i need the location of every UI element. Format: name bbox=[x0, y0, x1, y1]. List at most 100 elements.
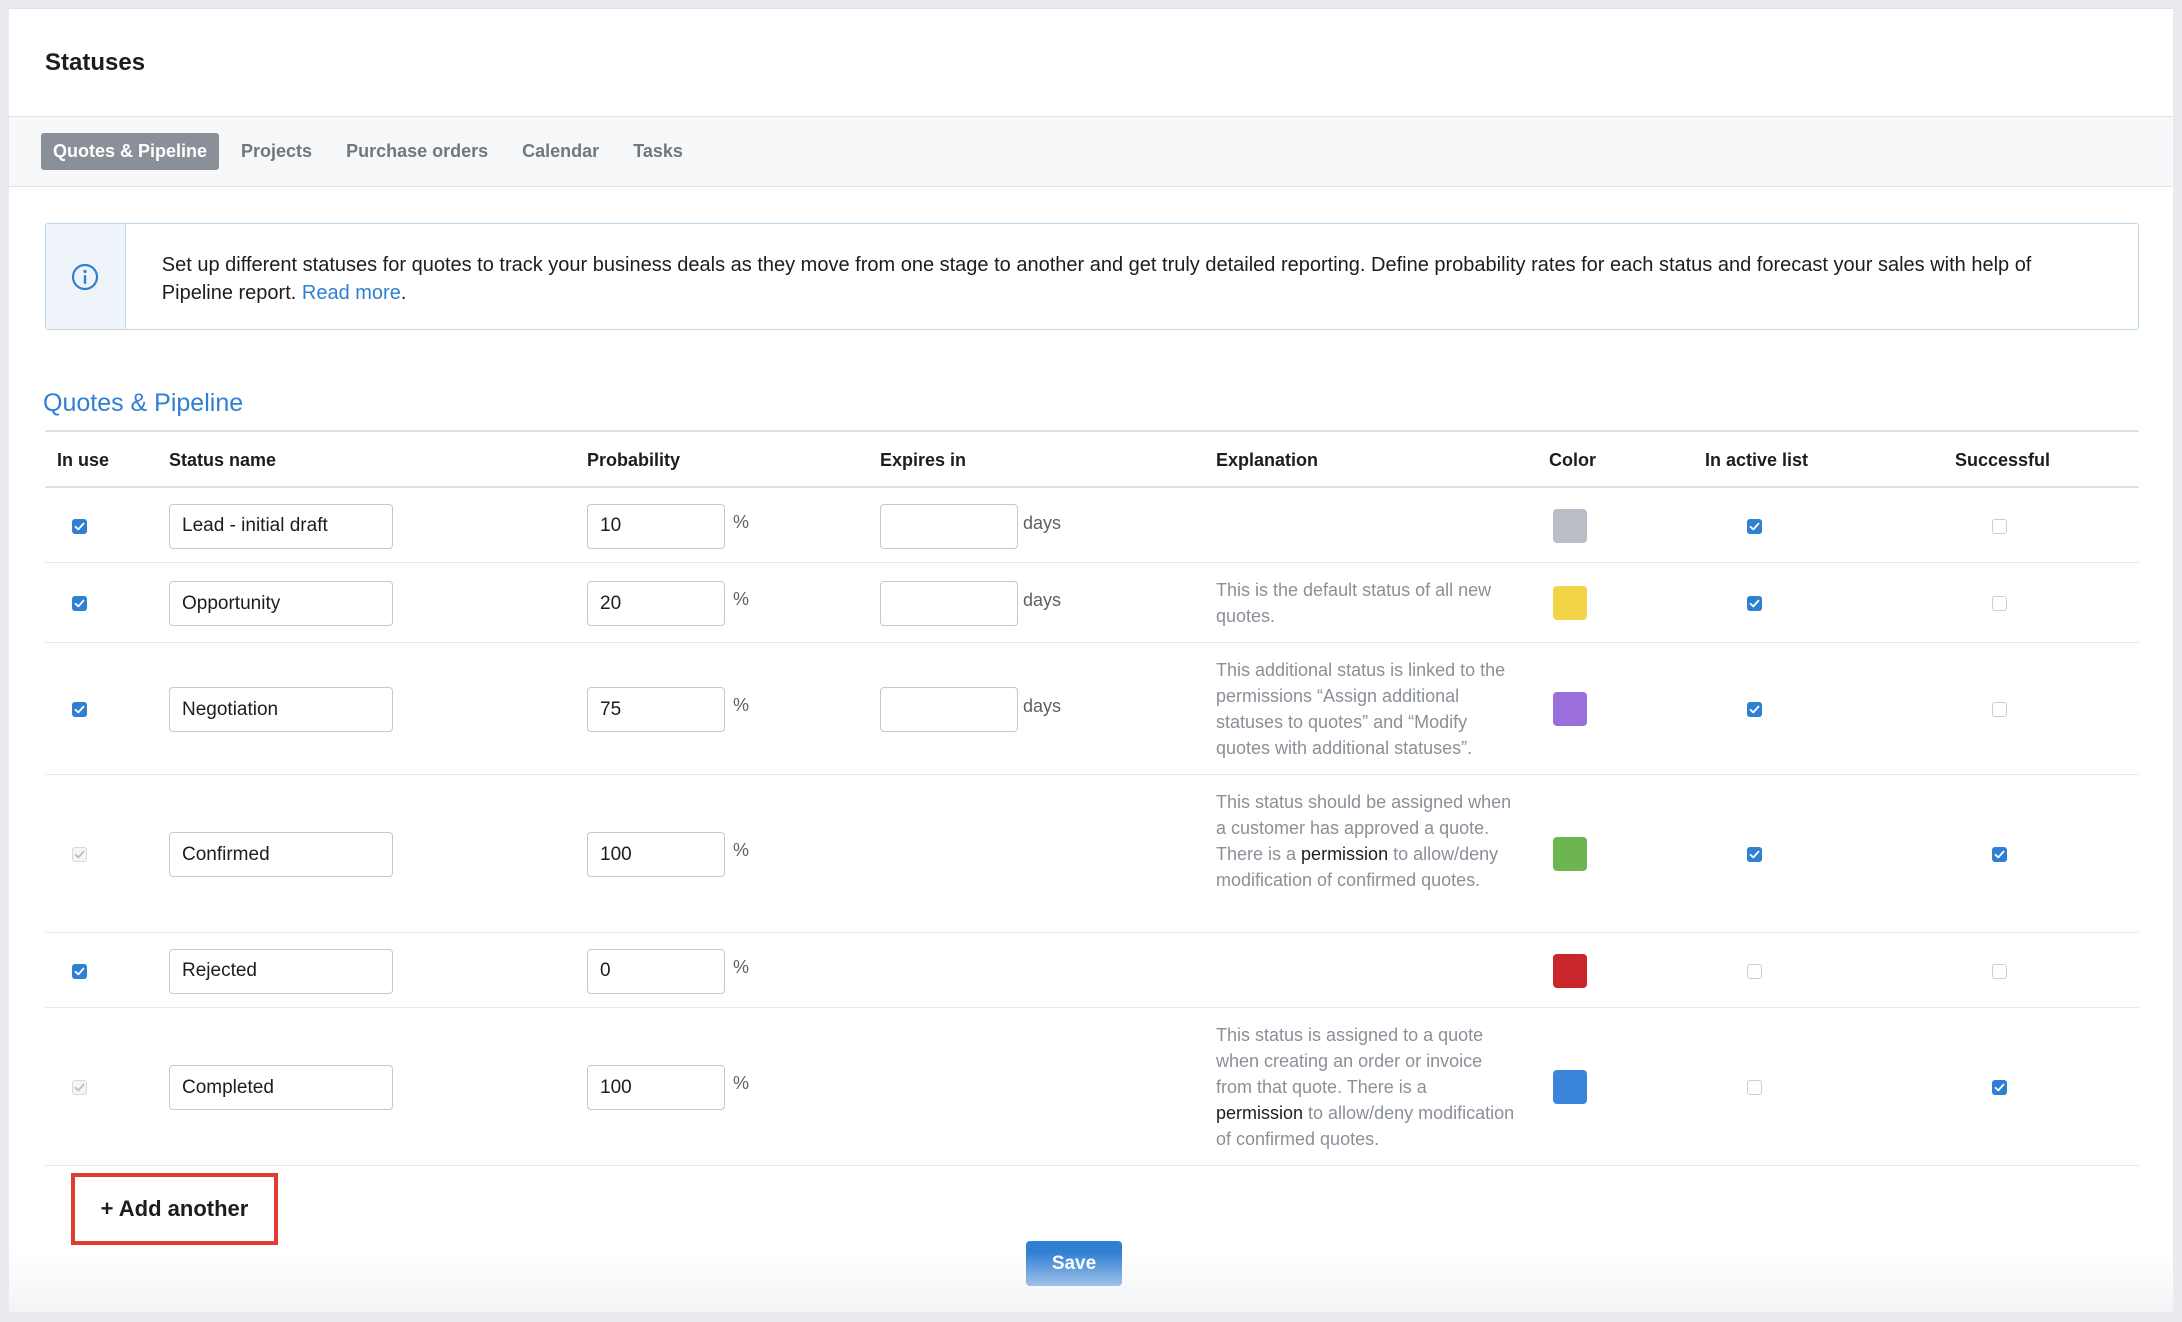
probability-input[interactable] bbox=[587, 1065, 725, 1110]
check-icon bbox=[1994, 850, 2005, 859]
check-icon bbox=[1749, 599, 1760, 608]
table-row: % days This additional status is linked to… bbox=[45, 643, 2139, 775]
in-active-list-checkbox[interactable] bbox=[1747, 847, 1762, 862]
explanation-text: This status is assigned to a quote when … bbox=[1216, 1025, 1484, 1097]
read-more-link[interactable]: Read more bbox=[302, 282, 401, 304]
table-row: % bbox=[45, 933, 2139, 1008]
color-swatch[interactable] bbox=[1553, 586, 1587, 620]
header-in-use: In use bbox=[57, 450, 110, 470]
table-body: % days% days This is the default status of … bbox=[45, 488, 2139, 1166]
status-name-input[interactable] bbox=[169, 832, 393, 877]
info-description: Set up different statuses for quotes to … bbox=[161, 254, 2032, 304]
header-status-name: Status name bbox=[169, 450, 277, 470]
color-swatch[interactable] bbox=[1553, 837, 1587, 871]
percent-unit: % bbox=[733, 956, 750, 977]
probability-input[interactable] bbox=[587, 503, 725, 549]
days-unit: days bbox=[1023, 512, 1062, 533]
tab-calendar[interactable]: Calendar bbox=[510, 133, 611, 170]
status-name-input[interactable] bbox=[169, 503, 393, 549]
probability-input[interactable] bbox=[587, 948, 725, 994]
add-another-button[interactable]: + Add another bbox=[101, 1196, 249, 1222]
status-name-input[interactable] bbox=[169, 1065, 393, 1110]
check-icon bbox=[1749, 522, 1760, 530]
info-circle-icon bbox=[72, 263, 99, 290]
in-active-list-checkbox[interactable] bbox=[1747, 702, 1762, 717]
add-another-highlight: + Add another bbox=[71, 1173, 278, 1245]
successful-checkbox[interactable] bbox=[1992, 1080, 2007, 1095]
header-expires-in: Expires in bbox=[880, 450, 967, 470]
in-use-checkbox[interactable] bbox=[72, 702, 87, 717]
probability-input[interactable] bbox=[587, 687, 725, 732]
color-swatch[interactable] bbox=[1553, 953, 1587, 988]
successful-checkbox[interactable] bbox=[1992, 963, 2007, 979]
page-header: Statuses bbox=[9, 9, 2173, 117]
percent-unit: % bbox=[733, 1073, 750, 1093]
permission-term: permission bbox=[1301, 844, 1389, 864]
check-icon bbox=[74, 522, 85, 530]
check-icon bbox=[74, 705, 85, 714]
table-row: % days This is the default status of all n… bbox=[45, 563, 2139, 643]
check-icon bbox=[1749, 850, 1760, 859]
status-name-input[interactable] bbox=[169, 948, 393, 994]
in-active-list-checkbox[interactable] bbox=[1747, 1080, 1762, 1095]
info-suffix: . bbox=[400, 282, 407, 304]
tab-purchase-orders[interactable]: Purchase orders bbox=[334, 133, 500, 170]
percent-unit: % bbox=[733, 840, 750, 860]
color-swatch[interactable] bbox=[1553, 508, 1587, 543]
status-name-input[interactable] bbox=[169, 581, 393, 626]
probability-input[interactable] bbox=[587, 581, 725, 626]
header-explanation: Explanation bbox=[1216, 450, 1319, 470]
successful-checkbox[interactable] bbox=[1992, 847, 2007, 862]
status-explanation: This status should be assigned when a cu… bbox=[1216, 789, 1516, 893]
successful-checkbox[interactable] bbox=[1992, 518, 2007, 534]
expires-in-input[interactable] bbox=[880, 581, 1018, 626]
info-text: Set up different statuses for quotes to … bbox=[126, 224, 2138, 329]
probability-input[interactable] bbox=[587, 832, 725, 877]
statuses-panel: Statuses Quotes & Pipeline Projects Purcha… bbox=[9, 8, 2173, 1312]
in-use-checkbox bbox=[72, 847, 87, 862]
color-swatch[interactable] bbox=[1553, 1070, 1587, 1104]
successful-checkbox[interactable] bbox=[1992, 596, 2007, 611]
explanation-text: This additional status is linked to the … bbox=[1216, 660, 1506, 758]
expires-in-input[interactable] bbox=[880, 687, 1018, 732]
in-active-list-checkbox[interactable] bbox=[1747, 963, 1762, 979]
percent-unit: % bbox=[733, 511, 750, 532]
in-active-list-checkbox[interactable] bbox=[1747, 518, 1762, 534]
status-name-input[interactable] bbox=[169, 687, 393, 732]
explanation-text: This is the default status of all new qu… bbox=[1216, 580, 1492, 626]
header-color: Color bbox=[1549, 450, 1596, 470]
days-unit: days bbox=[1023, 590, 1062, 610]
status-explanation: This status is assigned to a quote when … bbox=[1216, 1022, 1516, 1152]
check-icon bbox=[74, 967, 85, 975]
table-row: % days bbox=[45, 488, 2139, 563]
permission-term: permission bbox=[1216, 1103, 1304, 1123]
info-box: Set up different statuses for quotes to … bbox=[45, 223, 2139, 330]
status-explanation: This additional status is linked to the … bbox=[1216, 657, 1516, 761]
table-row: % This status is assigned to a quote when… bbox=[45, 1008, 2139, 1166]
header-in-active-list: In active list bbox=[1705, 450, 1809, 470]
in-active-list-checkbox[interactable] bbox=[1747, 596, 1762, 611]
in-use-checkbox[interactable] bbox=[72, 518, 87, 534]
page-title: Statuses bbox=[45, 48, 146, 76]
percent-unit: % bbox=[733, 695, 750, 715]
in-use-checkbox bbox=[72, 1080, 87, 1095]
table-row: % This status should be assigned when a c… bbox=[45, 775, 2139, 933]
table-header: In use Status name Probability Expires i… bbox=[45, 432, 2139, 488]
status-explanation: This is the default status of all new qu… bbox=[1216, 577, 1516, 629]
info-icon-wrap bbox=[46, 224, 126, 329]
bottom-fade bbox=[9, 1252, 2173, 1312]
in-use-checkbox[interactable] bbox=[72, 963, 87, 979]
days-unit: days bbox=[1023, 696, 1062, 716]
tab-quotes-pipeline[interactable]: Quotes & Pipeline bbox=[41, 133, 220, 170]
check-icon bbox=[74, 599, 85, 608]
successful-checkbox[interactable] bbox=[1992, 702, 2007, 717]
tab-tasks[interactable]: Tasks bbox=[621, 133, 695, 170]
color-swatch[interactable] bbox=[1553, 692, 1587, 726]
tab-projects[interactable]: Projects bbox=[229, 133, 324, 170]
in-use-checkbox[interactable] bbox=[72, 596, 87, 611]
section-title: Quotes & Pipeline bbox=[43, 389, 244, 417]
check-icon bbox=[74, 850, 85, 859]
expires-in-input[interactable] bbox=[880, 503, 1018, 549]
tabs-bar: Quotes & Pipeline Projects Purchase orders… bbox=[9, 117, 2173, 187]
header-probability: Probability bbox=[587, 450, 681, 470]
